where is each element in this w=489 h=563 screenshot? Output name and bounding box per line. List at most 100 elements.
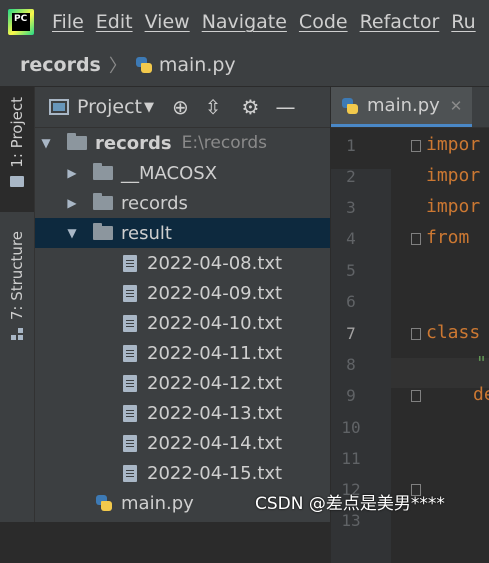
collapse-all-icon[interactable]: ⇳ [205,95,222,119]
tree-item-file[interactable]: 2022-04-08.txt [35,248,330,278]
tree-item-label: __MACOSX [121,162,218,184]
folder-icon [10,175,24,187]
line-number: 5 [346,261,356,280]
folder-icon [93,223,113,240]
tree-item-label: 2022-04-09.txt [147,282,283,304]
editor-tab-bar: main.py ✕ [331,87,489,128]
python-file-icon [95,494,113,512]
line-number: 10 [341,418,361,437]
locate-icon[interactable]: ⊕ [172,95,189,119]
breadcrumb: records 〉 main.py [0,44,489,87]
menu-file[interactable]: File [52,11,84,33]
tree-item-label: 2022-04-10.txt [147,312,283,334]
text-file-icon [123,434,137,452]
project-panel: Project ▼ ⊕ ⇳ ⚙ — ▼ records E:\records ▶… [35,87,330,522]
python-file-icon [341,97,359,115]
line-number: 3 [346,198,356,217]
collapse-arrow-icon[interactable]: ▶ [65,196,79,210]
folder-icon [93,193,113,210]
tab-label: main.py [367,95,440,116]
tree-item-file[interactable]: 2022-04-09.txt [35,278,330,308]
tree-item-label: 2022-04-13.txt [147,402,283,424]
fold-marker-icon[interactable] [411,140,421,152]
tree-item-label: records [95,132,172,154]
structure-icon [11,328,23,341]
line-number: 8 [346,355,356,374]
editor: main.py ✕ 1 2 3 4 5 6 7 8 9 10 11 12 13 … [331,87,489,563]
tab-structure[interactable]: 7: Structure [0,225,34,350]
pycharm-logo-icon[interactable]: PC [8,9,34,35]
project-view-icon [49,99,69,115]
fold-marker-icon[interactable] [411,328,421,340]
tree-item-label: 2022-04-12.txt [147,372,283,394]
watermark: CSDN @差点是美男**** [255,494,445,514]
tree-item-label: 2022-04-14.txt [147,432,283,454]
code-line: impor [426,196,481,217]
fold-marker-icon[interactable] [411,390,421,402]
text-file-icon [123,464,137,482]
code-line: from [426,227,470,248]
project-view-selector[interactable]: Project [77,96,142,118]
python-file-icon [135,56,153,74]
tree-item-folder-selected[interactable]: ▼ result [35,218,330,248]
tree-item-label: result [121,222,172,244]
tab-project[interactable]: 1: Project [0,87,34,212]
tree-item-label: 2022-04-11.txt [147,342,283,364]
tree-item-folder[interactable]: ▶ __MACOSX [35,158,330,188]
gear-icon[interactable]: ⚙ [242,95,260,119]
tree-item-file[interactable]: 2022-04-12.txt [35,368,330,398]
folder-icon [67,133,87,150]
tree-item-root[interactable]: ▼ records E:\records [35,128,330,158]
line-number: 2 [346,167,356,186]
tool-window-strip: 1: Project 7: Structure [0,87,35,522]
text-file-icon [123,404,137,422]
line-number: 7 [346,324,356,343]
tree-item-file[interactable]: 2022-04-11.txt [35,338,330,368]
close-icon[interactable]: ✕ [450,97,463,115]
tree-item-label: main.py [121,492,194,514]
text-file-icon [123,314,137,332]
tab-structure-label: 7: Structure [8,231,26,321]
tab-main-py[interactable]: main.py ✕ [331,87,473,127]
code-line: impor [426,134,481,155]
line-number: 11 [341,449,361,468]
tree-item-file[interactable]: 2022-04-15.txt [35,458,330,488]
breadcrumb-root[interactable]: records [20,54,101,76]
line-number: 9 [346,386,356,405]
code-line: " [476,353,487,374]
text-file-icon [123,254,137,272]
chevron-down-icon[interactable]: ▼ [144,100,154,115]
expand-arrow-icon[interactable]: ▼ [65,226,79,240]
line-number: 1 [346,136,356,155]
folder-icon [93,163,113,180]
tree-item-file[interactable]: 2022-04-10.txt [35,308,330,338]
breadcrumb-file[interactable]: main.py [159,54,236,76]
tree-item-path: E:\records [181,133,267,153]
line-number: 4 [346,229,356,248]
text-file-icon [123,344,137,362]
menu-refactor[interactable]: Refactor [360,11,440,33]
menu-bar: PC File Edit View Navigate Code Refactor… [0,0,489,44]
code-line: impor [426,165,481,186]
menu-edit[interactable]: Edit [96,11,133,33]
tree-item-file[interactable]: 2022-04-13.txt [35,398,330,428]
tree-item-label: 2022-04-08.txt [147,252,283,274]
tree-item-label: records [121,192,188,214]
tab-project-label: 1: Project [8,97,26,168]
code-line: class [426,322,481,343]
breadcrumb-separator-icon: 〉 [108,56,127,77]
text-file-icon [123,374,137,392]
menu-navigate[interactable]: Navigate [202,11,287,33]
expand-arrow-icon[interactable]: ▼ [39,136,53,150]
text-file-icon [123,284,137,302]
menu-run[interactable]: Ru [451,11,475,33]
code-line: de [473,384,489,405]
menu-code[interactable]: Code [299,11,348,33]
menu-view[interactable]: View [145,11,190,33]
hide-icon[interactable]: — [275,95,295,119]
collapse-arrow-icon[interactable]: ▶ [65,166,79,180]
code-area[interactable]: 1 2 3 4 5 6 7 8 9 10 11 12 13 impor impo… [331,128,489,563]
tree-item-folder[interactable]: ▶ records [35,188,330,218]
fold-marker-icon[interactable] [411,233,421,245]
tree-item-file[interactable]: 2022-04-14.txt [35,428,330,458]
